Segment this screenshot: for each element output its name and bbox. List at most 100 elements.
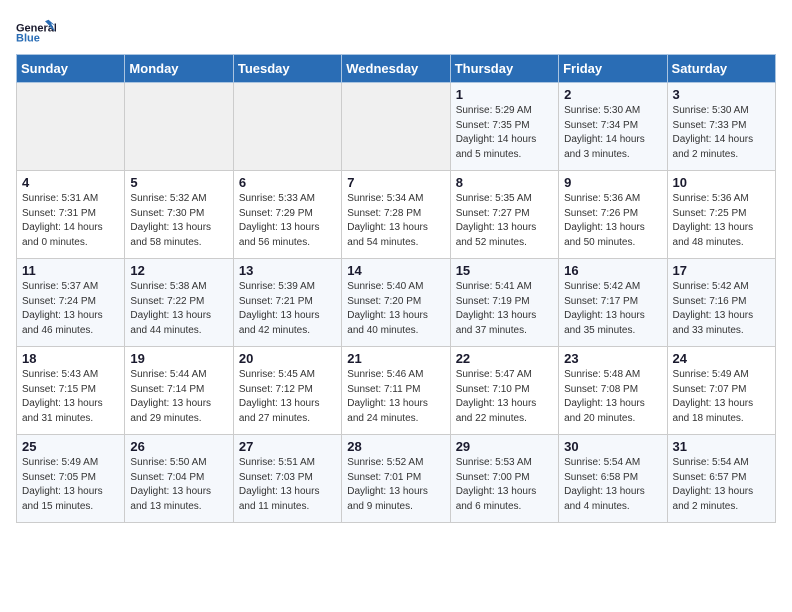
day-number: 30 bbox=[564, 439, 661, 454]
day-info: Sunrise: 5:38 AM Sunset: 7:22 PM Dayligh… bbox=[130, 280, 227, 338]
day-number: 8 bbox=[456, 175, 553, 190]
day-info: Sunrise: 5:43 AM Sunset: 7:15 PM Dayligh… bbox=[22, 368, 119, 426]
calendar-day-cell: 17 Sunrise: 5:42 AM Sunset: 7:16 PM Dayli… bbox=[667, 259, 775, 347]
calendar-day-cell: 1Sunrise: 5:29 AM Sunset: 7:35 PM Daylig… bbox=[450, 83, 558, 171]
svg-text:Blue: Blue bbox=[16, 32, 40, 44]
day-number: 13 bbox=[239, 263, 336, 278]
day-info: Sunrise: 5:31 AM Sunset: 7:31 PM Dayligh… bbox=[22, 192, 119, 250]
day-number: 24 bbox=[673, 351, 770, 366]
day-info: Sunrise: 5:48 AM Sunset: 7:08 PM Dayligh… bbox=[564, 368, 661, 426]
calendar-header-row: SundayMondayTuesdayWednesdayThursdayFrid… bbox=[17, 55, 776, 83]
day-number: 27 bbox=[239, 439, 336, 454]
day-number: 14 bbox=[347, 263, 444, 278]
day-number: 26 bbox=[130, 439, 227, 454]
day-info: Sunrise: 5:45 AM Sunset: 7:12 PM Dayligh… bbox=[239, 368, 336, 426]
day-info: Sunrise: 5:36 AM Sunset: 7:25 PM Dayligh… bbox=[673, 192, 770, 250]
calendar-day-cell bbox=[233, 83, 341, 171]
day-info: Sunrise: 5:49 AM Sunset: 7:05 PM Dayligh… bbox=[22, 456, 119, 514]
page-header: General Blue bbox=[16, 16, 776, 46]
calendar-day-cell: 8 Sunrise: 5:35 AM Sunset: 7:27 PM Daylig… bbox=[450, 171, 558, 259]
day-number: 7 bbox=[347, 175, 444, 190]
calendar-day-cell: 11 Sunrise: 5:37 AM Sunset: 7:24 PM Dayli… bbox=[17, 259, 125, 347]
day-number: 12 bbox=[130, 263, 227, 278]
day-info: Sunrise: 5:33 AM Sunset: 7:29 PM Dayligh… bbox=[239, 192, 336, 250]
calendar-day-cell: 23Sunrise: 5:48 AM Sunset: 7:08 PM Dayli… bbox=[559, 347, 667, 435]
day-of-week-header: Saturday bbox=[667, 55, 775, 83]
day-number: 28 bbox=[347, 439, 444, 454]
day-of-week-header: Thursday bbox=[450, 55, 558, 83]
calendar-day-cell: 29 Sunrise: 5:53 AM Sunset: 7:00 PM Dayli… bbox=[450, 435, 558, 523]
day-number: 10 bbox=[673, 175, 770, 190]
calendar-day-cell: 10 Sunrise: 5:36 AM Sunset: 7:25 PM Dayli… bbox=[667, 171, 775, 259]
day-number: 5 bbox=[130, 175, 227, 190]
day-info: Sunrise: 5:46 AM Sunset: 7:11 PM Dayligh… bbox=[347, 368, 444, 426]
day-of-week-header: Tuesday bbox=[233, 55, 341, 83]
brand-logo: General Blue bbox=[16, 16, 56, 46]
calendar-week-row: 1Sunrise: 5:29 AM Sunset: 7:35 PM Daylig… bbox=[17, 83, 776, 171]
calendar-day-cell bbox=[17, 83, 125, 171]
calendar-day-cell bbox=[125, 83, 233, 171]
day-info: Sunrise: 5:37 AM Sunset: 7:24 PM Dayligh… bbox=[22, 280, 119, 338]
day-info: Sunrise: 5:42 AM Sunset: 7:16 PM Dayligh… bbox=[673, 280, 770, 338]
day-info: Sunrise: 5:49 AM Sunset: 7:07 PM Dayligh… bbox=[673, 368, 770, 426]
day-info: Sunrise: 5:53 AM Sunset: 7:00 PM Dayligh… bbox=[456, 456, 553, 514]
calendar-day-cell: 28Sunrise: 5:52 AM Sunset: 7:01 PM Dayli… bbox=[342, 435, 450, 523]
calendar-day-cell: 2 Sunrise: 5:30 AM Sunset: 7:34 PM Daylig… bbox=[559, 83, 667, 171]
day-number: 22 bbox=[456, 351, 553, 366]
day-number: 4 bbox=[22, 175, 119, 190]
calendar-day-cell: 18 Sunrise: 5:43 AM Sunset: 7:15 PM Dayli… bbox=[17, 347, 125, 435]
day-info: Sunrise: 5:54 AM Sunset: 6:58 PM Dayligh… bbox=[564, 456, 661, 514]
calendar-day-cell: 13 Sunrise: 5:39 AM Sunset: 7:21 PM Dayli… bbox=[233, 259, 341, 347]
day-number: 11 bbox=[22, 263, 119, 278]
calendar-day-cell: 4 Sunrise: 5:31 AM Sunset: 7:31 PM Daylig… bbox=[17, 171, 125, 259]
day-info: Sunrise: 5:51 AM Sunset: 7:03 PM Dayligh… bbox=[239, 456, 336, 514]
calendar-day-cell: 27 Sunrise: 5:51 AM Sunset: 7:03 PM Dayli… bbox=[233, 435, 341, 523]
day-info: Sunrise: 5:32 AM Sunset: 7:30 PM Dayligh… bbox=[130, 192, 227, 250]
calendar-day-cell: 16 Sunrise: 5:42 AM Sunset: 7:17 PM Dayli… bbox=[559, 259, 667, 347]
day-number: 19 bbox=[130, 351, 227, 366]
calendar-day-cell: 25 Sunrise: 5:49 AM Sunset: 7:05 PM Dayli… bbox=[17, 435, 125, 523]
day-number: 17 bbox=[673, 263, 770, 278]
day-info: Sunrise: 5:40 AM Sunset: 7:20 PM Dayligh… bbox=[347, 280, 444, 338]
calendar-day-cell: 15 Sunrise: 5:41 AM Sunset: 7:19 PM Dayli… bbox=[450, 259, 558, 347]
day-number: 31 bbox=[673, 439, 770, 454]
day-info: Sunrise: 5:42 AM Sunset: 7:17 PM Dayligh… bbox=[564, 280, 661, 338]
day-number: 16 bbox=[564, 263, 661, 278]
day-info: Sunrise: 5:39 AM Sunset: 7:21 PM Dayligh… bbox=[239, 280, 336, 338]
day-of-week-header: Friday bbox=[559, 55, 667, 83]
day-number: 15 bbox=[456, 263, 553, 278]
calendar-day-cell: 24 Sunrise: 5:49 AM Sunset: 7:07 PM Dayli… bbox=[667, 347, 775, 435]
calendar-day-cell: 21 Sunrise: 5:46 AM Sunset: 7:11 PM Dayli… bbox=[342, 347, 450, 435]
day-info: Sunrise: 5:54 AM Sunset: 6:57 PM Dayligh… bbox=[673, 456, 770, 514]
day-number: 21 bbox=[347, 351, 444, 366]
day-info: Sunrise: 5:30 AM Sunset: 7:33 PM Dayligh… bbox=[673, 104, 770, 162]
calendar-day-cell: 5 Sunrise: 5:32 AM Sunset: 7:30 PM Daylig… bbox=[125, 171, 233, 259]
calendar-day-cell: 14 Sunrise: 5:40 AM Sunset: 7:20 PM Dayli… bbox=[342, 259, 450, 347]
calendar-week-row: 11 Sunrise: 5:37 AM Sunset: 7:24 PM Dayli… bbox=[17, 259, 776, 347]
day-info: Sunrise: 5:47 AM Sunset: 7:10 PM Dayligh… bbox=[456, 368, 553, 426]
day-of-week-header: Monday bbox=[125, 55, 233, 83]
day-number: 3 bbox=[673, 87, 770, 102]
day-number: 9 bbox=[564, 175, 661, 190]
calendar-day-cell: 31 Sunrise: 5:54 AM Sunset: 6:57 PM Dayli… bbox=[667, 435, 775, 523]
day-info: Sunrise: 5:44 AM Sunset: 7:14 PM Dayligh… bbox=[130, 368, 227, 426]
day-number: 18 bbox=[22, 351, 119, 366]
calendar-day-cell: 7Sunrise: 5:34 AM Sunset: 7:28 PM Daylig… bbox=[342, 171, 450, 259]
day-info: Sunrise: 5:29 AM Sunset: 7:35 PM Dayligh… bbox=[456, 104, 553, 162]
day-info: Sunrise: 5:30 AM Sunset: 7:34 PM Dayligh… bbox=[564, 104, 661, 162]
calendar-week-row: 4 Sunrise: 5:31 AM Sunset: 7:31 PM Daylig… bbox=[17, 171, 776, 259]
day-of-week-header: Sunday bbox=[17, 55, 125, 83]
calendar-table: SundayMondayTuesdayWednesdayThursdayFrid… bbox=[16, 54, 776, 523]
calendar-day-cell: 30 Sunrise: 5:54 AM Sunset: 6:58 PM Dayli… bbox=[559, 435, 667, 523]
day-number: 25 bbox=[22, 439, 119, 454]
calendar-day-cell: 12 Sunrise: 5:38 AM Sunset: 7:22 PM Dayli… bbox=[125, 259, 233, 347]
calendar-day-cell bbox=[342, 83, 450, 171]
day-number: 6 bbox=[239, 175, 336, 190]
day-info: Sunrise: 5:41 AM Sunset: 7:19 PM Dayligh… bbox=[456, 280, 553, 338]
day-number: 29 bbox=[456, 439, 553, 454]
calendar-week-row: 18 Sunrise: 5:43 AM Sunset: 7:15 PM Dayli… bbox=[17, 347, 776, 435]
day-number: 20 bbox=[239, 351, 336, 366]
day-number: 2 bbox=[564, 87, 661, 102]
day-info: Sunrise: 5:35 AM Sunset: 7:27 PM Dayligh… bbox=[456, 192, 553, 250]
day-info: Sunrise: 5:36 AM Sunset: 7:26 PM Dayligh… bbox=[564, 192, 661, 250]
